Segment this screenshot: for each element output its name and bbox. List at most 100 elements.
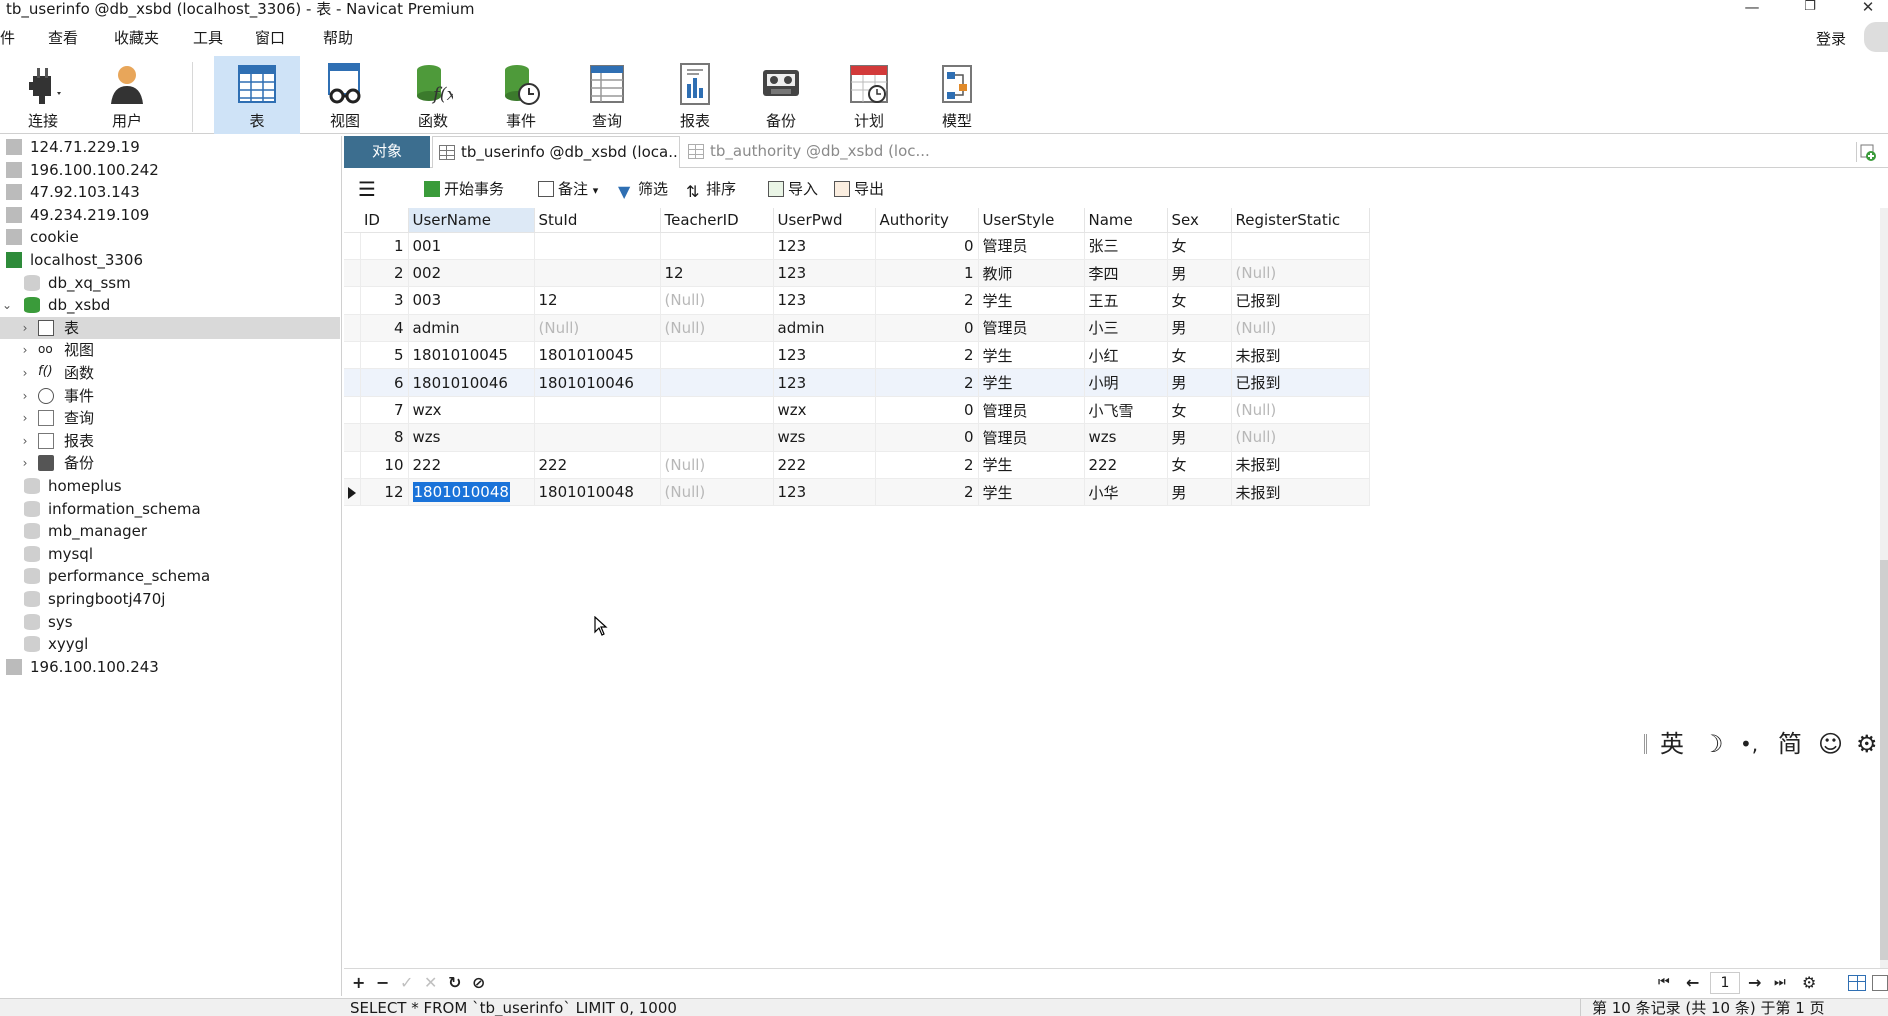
cell-registerstatic[interactable]: 未报到 <box>1231 341 1370 370</box>
tree-database[interactable]: springbootj470j <box>0 588 340 611</box>
schedule-button[interactable]: 计划 <box>826 56 912 134</box>
cell-name[interactable]: 王五 <box>1084 286 1168 315</box>
cell-id[interactable]: 10 <box>360 451 409 480</box>
cell-stuid[interactable] <box>534 423 661 452</box>
cell-registerstatic[interactable] <box>1231 232 1370 260</box>
export-button[interactable]: 导出 <box>834 178 884 200</box>
cell-stuid[interactable]: 1801010045 <box>534 341 661 370</box>
column-header-username[interactable]: UserName <box>408 208 535 233</box>
connect-button[interactable]: 连接 <box>0 56 86 134</box>
scrollbar-thumb[interactable] <box>1880 560 1888 960</box>
cell-name[interactable]: 小飞雪 <box>1084 396 1168 425</box>
tree-connection[interactable]: 196.100.100.242 <box>0 159 340 182</box>
cell-userstyle[interactable]: 教师 <box>978 259 1085 288</box>
row-indicator[interactable] <box>344 314 361 343</box>
table-row[interactable]: 8 wzs wzs 0 管理员 wzs 男 (Null) <box>344 423 1370 452</box>
minimize-button[interactable]: — <box>1732 0 1772 18</box>
cell-userstyle[interactable]: 学生 <box>978 368 1085 397</box>
cell-userstyle[interactable]: 管理员 <box>978 232 1085 260</box>
column-header-teacherid[interactable]: TeacherID <box>660 208 774 233</box>
cell-username[interactable]: 1801010045 <box>408 341 535 370</box>
cell-authority[interactable]: 0 <box>875 314 979 343</box>
table-row[interactable]: 3 003 12 (Null) 123 2 学生 王五女已报到 <box>344 286 1370 315</box>
cell-authority[interactable]: 2 <box>875 286 979 315</box>
view-button[interactable]: 视图 <box>302 56 388 134</box>
cell-teacherid[interactable] <box>660 368 774 397</box>
expand-arrow-icon[interactable]: › <box>18 362 32 384</box>
add-record-button[interactable]: + <box>352 973 365 993</box>
import-button[interactable]: 导入 <box>768 178 818 200</box>
cell-registerstatic[interactable]: 未报到 <box>1231 451 1370 480</box>
memo-button[interactable]: 备注 ▾ <box>538 178 598 200</box>
cell-authority[interactable]: 1 <box>875 259 979 288</box>
cell-sex[interactable]: 男 <box>1167 368 1232 397</box>
cell-teacherid[interactable] <box>660 396 774 425</box>
user-button[interactable]: 用户 <box>84 56 170 134</box>
tab-objects[interactable]: 对象 <box>344 136 430 168</box>
cell-teacherid[interactable] <box>660 423 774 452</box>
cell-authority[interactable]: 0 <box>875 396 979 425</box>
refresh-icon[interactable]: ↻ <box>448 973 461 993</box>
cell-userpwd[interactable]: 123 <box>773 286 876 315</box>
column-header-id[interactable]: ID <box>360 208 409 233</box>
next-page-icon[interactable]: → <box>1748 973 1761 993</box>
column-header-name[interactable]: Name <box>1084 208 1168 233</box>
cell-sex[interactable]: 女 <box>1167 286 1232 315</box>
tree-connection[interactable]: cookie <box>0 226 340 249</box>
cell-teacherid[interactable]: (Null) <box>660 314 774 343</box>
row-indicator[interactable] <box>344 478 361 507</box>
cell-userstyle[interactable]: 学生 <box>978 286 1085 315</box>
tree-database[interactable]: mysql <box>0 543 340 566</box>
row-indicator[interactable] <box>344 423 361 452</box>
cell-id[interactable]: 8 <box>360 423 409 452</box>
column-header-userpwd[interactable]: UserPwd <box>773 208 876 233</box>
menu-favorites[interactable]: 收藏夹 <box>114 28 159 48</box>
page-number-input[interactable]: 1 <box>1710 972 1740 994</box>
table-row[interactable]: 5 1801010045 1801010045 123 2 学生 小红女未报到 <box>344 341 1370 370</box>
tab-tb-userinfo[interactable]: tb_userinfo @db_xsbd (loca... <box>432 136 680 168</box>
cell-username[interactable]: admin <box>408 314 535 343</box>
tree-item-reports[interactable]: › 报表 <box>0 430 340 453</box>
cell-name[interactable]: 小红 <box>1084 341 1168 370</box>
cell-name[interactable]: wzs <box>1084 423 1168 452</box>
expand-arrow-icon[interactable]: › <box>18 407 32 429</box>
row-indicator[interactable] <box>344 451 361 480</box>
row-indicator[interactable] <box>344 286 361 315</box>
cell-authority[interactable]: 2 <box>875 368 979 397</box>
cell-teacherid[interactable]: (Null) <box>660 451 774 480</box>
tree-connection-local[interactable]: localhost_3306 <box>0 249 340 272</box>
column-header-userstyle[interactable]: UserStyle <box>978 208 1085 233</box>
ime-language-toggle[interactable]: 英 <box>1660 730 1684 758</box>
tree-database[interactable]: homeplus <box>0 475 340 498</box>
cell-id[interactable]: 4 <box>360 314 409 343</box>
row-indicator[interactable] <box>344 259 361 288</box>
cell-authority[interactable]: 0 <box>875 423 979 452</box>
discard-changes-button[interactable]: ✕ <box>424 973 437 993</box>
cell-userstyle[interactable]: 学生 <box>978 478 1085 507</box>
cell-stuid[interactable]: (Null) <box>534 314 661 343</box>
cell-authority[interactable]: 0 <box>875 232 979 260</box>
cell-sex[interactable]: 女 <box>1167 396 1232 425</box>
cell-userstyle[interactable]: 管理员 <box>978 423 1085 452</box>
cell-teacherid[interactable]: (Null) <box>660 478 774 507</box>
tree-item-views[interactable]: › oo 视图 <box>0 339 340 362</box>
apply-changes-button[interactable]: ✓ <box>400 973 413 993</box>
backup-button[interactable]: 备份 <box>738 56 824 134</box>
expand-arrow-icon[interactable]: › <box>18 385 32 407</box>
account-avatar[interactable] <box>1864 22 1888 52</box>
tree-database[interactable]: information_schema <box>0 498 340 521</box>
expand-arrow-icon[interactable]: › <box>18 430 32 452</box>
cell-username[interactable]: 1801010046 <box>408 368 535 397</box>
cell-userstyle[interactable]: 管理员 <box>978 396 1085 425</box>
tree-item-tables[interactable]: › 表 <box>0 316 340 340</box>
cell-sex[interactable]: 男 <box>1167 314 1232 343</box>
cell-name[interactable]: 小华 <box>1084 478 1168 507</box>
ime-drag-handle[interactable] <box>1644 734 1647 754</box>
cell-id[interactable]: 3 <box>360 286 409 315</box>
report-button[interactable]: 报表 <box>652 56 738 134</box>
table-row[interactable]: 10 222 222 (Null) 222 2 学生 222 女未报到 <box>344 451 1370 480</box>
cell-name[interactable]: 张三 <box>1084 232 1168 260</box>
tree-item-events[interactable]: › 事件 <box>0 385 340 408</box>
first-page-icon[interactable]: ⏮ <box>1658 973 1670 993</box>
cell-sex[interactable]: 女 <box>1167 232 1232 260</box>
